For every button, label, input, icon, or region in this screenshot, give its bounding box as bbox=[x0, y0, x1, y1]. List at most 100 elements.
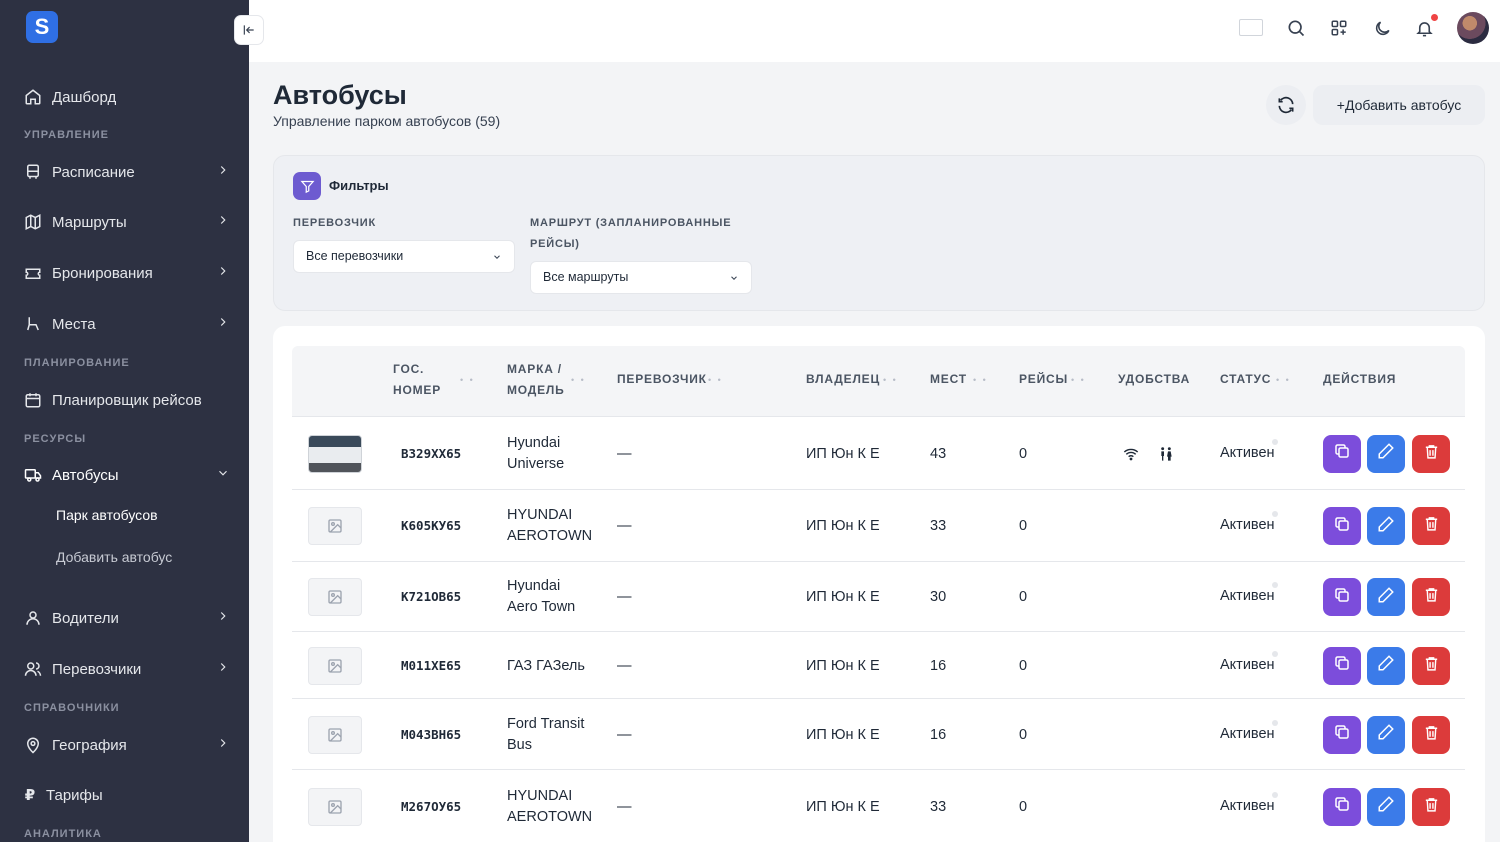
search-icon[interactable] bbox=[1285, 17, 1307, 39]
carrier-select-value: Все перевозчики bbox=[306, 249, 404, 263]
sidebar-item-tariffs[interactable]: ₽ Тарифы bbox=[24, 782, 234, 808]
sort-icon[interactable]: • • bbox=[460, 375, 475, 385]
column-carrier[interactable]: ПЕРЕВОЗЧИК bbox=[617, 369, 707, 390]
pencil-icon bbox=[1377, 795, 1395, 818]
delete-button[interactable] bbox=[1412, 646, 1450, 685]
delete-button[interactable] bbox=[1412, 787, 1450, 826]
copy-button[interactable] bbox=[1323, 787, 1361, 826]
edit-button[interactable] bbox=[1367, 578, 1405, 616]
sort-icon[interactable]: • • bbox=[1071, 375, 1086, 385]
sidebar-item-trip-planner[interactable]: Планировщик рейсов bbox=[24, 387, 234, 413]
column-amenities: УДОБСТВА bbox=[1118, 372, 1191, 386]
delete-button[interactable] bbox=[1412, 507, 1450, 545]
sidebar-subitem-bus-fleet[interactable]: Парк автобусов bbox=[56, 507, 158, 523]
table-row[interactable]: В329ХХ65 Hyundai Universe — ИП Юн К Е 43 0 Акти… bbox=[292, 416, 1465, 489]
sidebar-item-schedule[interactable]: Расписание bbox=[24, 159, 234, 185]
plate-number: К721ОВ65 bbox=[401, 589, 462, 604]
delete-button[interactable] bbox=[1412, 578, 1450, 616]
table-row[interactable]: М043ВН65 Ford Transit Bus — ИП Юн К Е 16 0 Акти… bbox=[292, 698, 1465, 769]
bus-photo[interactable] bbox=[308, 715, 362, 754]
refresh-button[interactable] bbox=[1266, 85, 1306, 125]
bus-photo[interactable] bbox=[308, 434, 362, 473]
app-logo[interactable]: S bbox=[26, 11, 58, 43]
trash-icon bbox=[1423, 515, 1440, 537]
column-trips[interactable]: РЕЙСЫ bbox=[1019, 369, 1068, 390]
chevron-right-icon bbox=[220, 739, 226, 747]
table-row[interactable]: К605КУ65 HYUNDAI AEROTOWN — ИП Юн К Е 33 0 Акти… bbox=[292, 489, 1465, 561]
apps-grid-icon[interactable] bbox=[1328, 17, 1350, 39]
trash-icon bbox=[1423, 655, 1440, 677]
pencil-icon bbox=[1377, 586, 1395, 609]
carrier-select[interactable]: Все перевозчики bbox=[293, 240, 515, 273]
sort-icon[interactable]: • • bbox=[1276, 375, 1291, 385]
edit-button[interactable] bbox=[1367, 507, 1405, 545]
language-flag-icon[interactable] bbox=[1239, 19, 1263, 36]
column-owner[interactable]: ВЛАДЕЛЕЦ bbox=[806, 369, 880, 390]
edit-button[interactable] bbox=[1367, 434, 1405, 473]
column-model[interactable]: МАРКА / bbox=[507, 359, 562, 380]
table-row[interactable]: М011ХЕ65 ГАЗ ГАЗель — ИП Юн К Е 16 0 Активен bbox=[292, 631, 1465, 698]
add-bus-button[interactable]: +Добавить автобус bbox=[1313, 85, 1485, 125]
copy-icon bbox=[1333, 515, 1351, 538]
owner-cell: ИП Юн К Е bbox=[806, 657, 880, 674]
status-badge: Активен bbox=[1220, 656, 1275, 673]
sidebar-item-seats[interactable]: Места bbox=[24, 311, 234, 337]
copy-button[interactable] bbox=[1323, 507, 1361, 545]
sort-icon[interactable]: • • bbox=[973, 375, 988, 385]
column-status[interactable]: СТАТУС bbox=[1220, 369, 1271, 390]
column-seats[interactable]: МЕСТ bbox=[930, 369, 967, 390]
column-plate[interactable]: ГОС. bbox=[393, 359, 424, 380]
status-badge: Активен bbox=[1220, 725, 1275, 742]
copy-button[interactable] bbox=[1323, 715, 1361, 754]
section-manage: УПРАВЛЕНИЕ bbox=[24, 129, 109, 141]
collapse-sidebar-button[interactable] bbox=[234, 15, 264, 45]
sidebar-item-dashboard[interactable]: Дашборд bbox=[24, 84, 234, 110]
edit-button[interactable] bbox=[1367, 787, 1405, 826]
sidebar-item-routes[interactable]: Маршруты bbox=[24, 209, 234, 235]
carrier-cell: — bbox=[617, 657, 632, 674]
status-indicator bbox=[1272, 719, 1278, 726]
copy-button[interactable] bbox=[1323, 646, 1361, 685]
edit-button[interactable] bbox=[1367, 715, 1405, 754]
seats-cell: 43 bbox=[930, 445, 947, 462]
bus-photo[interactable] bbox=[308, 646, 362, 685]
route-select-value: Все маршруты bbox=[543, 270, 629, 284]
status-indicator bbox=[1272, 582, 1278, 588]
edit-button[interactable] bbox=[1367, 646, 1405, 685]
copy-button[interactable] bbox=[1323, 434, 1361, 473]
copy-icon bbox=[1333, 723, 1351, 746]
route-select[interactable]: Все маршруты bbox=[530, 261, 752, 294]
table-row[interactable]: К721ОВ65 Hyundai Aero Town — ИП Юн К Е 30 0 Акт… bbox=[292, 561, 1465, 631]
avatar[interactable] bbox=[1457, 12, 1489, 44]
sort-icon[interactable]: • • bbox=[883, 375, 898, 385]
delete-button[interactable] bbox=[1412, 434, 1450, 473]
chevron-down-icon bbox=[219, 470, 227, 476]
moon-icon[interactable] bbox=[1371, 17, 1393, 39]
sidebar-item-carriers[interactable]: Перевозчики bbox=[24, 656, 234, 682]
sidebar-item-label: Тарифы bbox=[46, 786, 103, 804]
sort-icon[interactable]: • • bbox=[708, 375, 723, 385]
table-row[interactable]: М267ОУ65 HYUNDAI AEROTOWN — ИП Юн К Е 33 0 Акти… bbox=[292, 769, 1465, 842]
bus-photo[interactable] bbox=[308, 787, 362, 826]
collapse-icon bbox=[243, 25, 254, 35]
carrier-cell: — bbox=[617, 798, 632, 815]
sidebar-item-geography[interactable]: География bbox=[24, 732, 234, 758]
sidebar-item-buses[interactable]: Автобусы bbox=[24, 462, 234, 488]
chevron-right-icon bbox=[220, 663, 226, 671]
sidebar-item-drivers[interactable]: Водители bbox=[24, 605, 234, 631]
section-analytics: АНАЛИТИКА bbox=[24, 828, 102, 840]
bus-model-cont: AEROTOWN bbox=[507, 528, 593, 544]
copy-button[interactable] bbox=[1323, 578, 1361, 616]
refresh-icon bbox=[1278, 96, 1294, 114]
bus-photo[interactable] bbox=[308, 507, 362, 545]
bus-icon bbox=[24, 163, 42, 181]
truck-icon bbox=[24, 466, 42, 484]
bus-photo[interactable] bbox=[308, 578, 362, 616]
delete-button[interactable] bbox=[1412, 715, 1450, 754]
carrier-filter-label: ПЕРЕВОЗЧИК bbox=[293, 217, 376, 229]
chevron-right-icon bbox=[220, 318, 226, 326]
sort-icon[interactable]: • • bbox=[571, 375, 586, 385]
sidebar-subitem-add-bus[interactable]: Добавить автобус bbox=[56, 549, 172, 565]
sidebar-item-bookings[interactable]: Бронирования bbox=[24, 260, 234, 286]
filters-title: Фильтры bbox=[329, 178, 389, 193]
